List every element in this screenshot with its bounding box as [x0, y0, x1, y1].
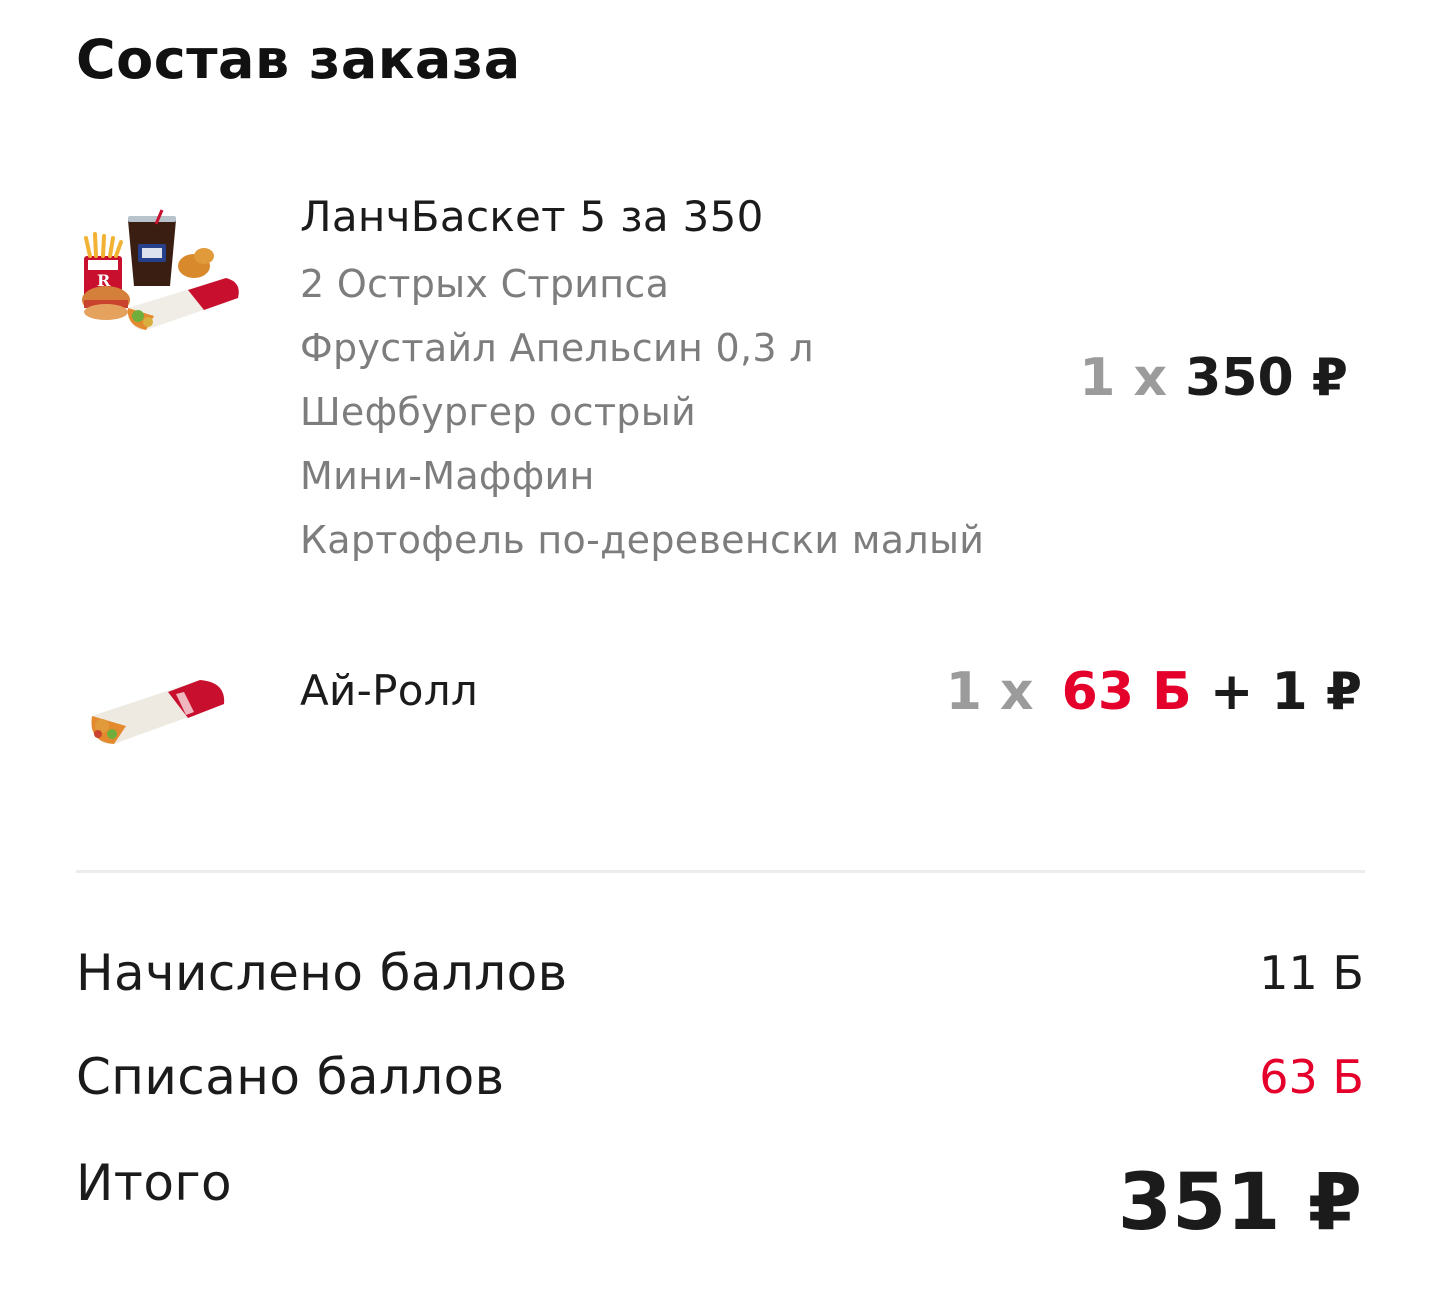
item-name-i-roll: Ай-Ролл — [300, 666, 478, 715]
lunch-basket-combo-image: R — [82, 209, 239, 331]
component-item: Шефбургер острый — [300, 390, 696, 434]
accrued-points-value: 11 Б — [1259, 946, 1364, 1000]
divider — [76, 870, 1365, 873]
item-price-amount: 350 ₽ — [1185, 348, 1348, 408]
component-item: Фрустайл Апельсин 0,3 л — [300, 326, 814, 370]
page-title: Состав заказа — [76, 28, 521, 91]
spent-points-label: Списано баллов — [76, 1048, 505, 1106]
item-quantity: 1 x — [1079, 348, 1168, 408]
component-item: 2 Острых Стрипса — [300, 262, 670, 306]
item-extra-price: + 1 ₽ — [1209, 662, 1362, 722]
item-name-lunch-basket: ЛанчБаскет 5 за 350 — [300, 192, 764, 241]
item-price-i-roll: 1 x 63 Б + 1 ₽ — [946, 662, 1362, 722]
total-value: 351 ₽ — [1117, 1158, 1362, 1248]
item-points-amount: 63 Б — [1061, 662, 1192, 722]
component-item: Картофель по-деревенски малый — [300, 518, 985, 562]
accrued-points-label: Начислено баллов — [76, 944, 568, 1002]
spent-points-value: 63 Б — [1259, 1050, 1364, 1104]
total-label: Итого — [76, 1154, 232, 1212]
item-components-list: 2 Острых Стрипса Фрустайл Апельсин 0,3 л… — [300, 252, 984, 572]
item-quantity: 1 x — [945, 662, 1034, 722]
item-price-lunch-basket: 1 x 350 ₽ — [1079, 348, 1348, 408]
component-item: Мини-Маффин — [300, 454, 595, 498]
i-roll-wrap-image — [91, 680, 225, 745]
